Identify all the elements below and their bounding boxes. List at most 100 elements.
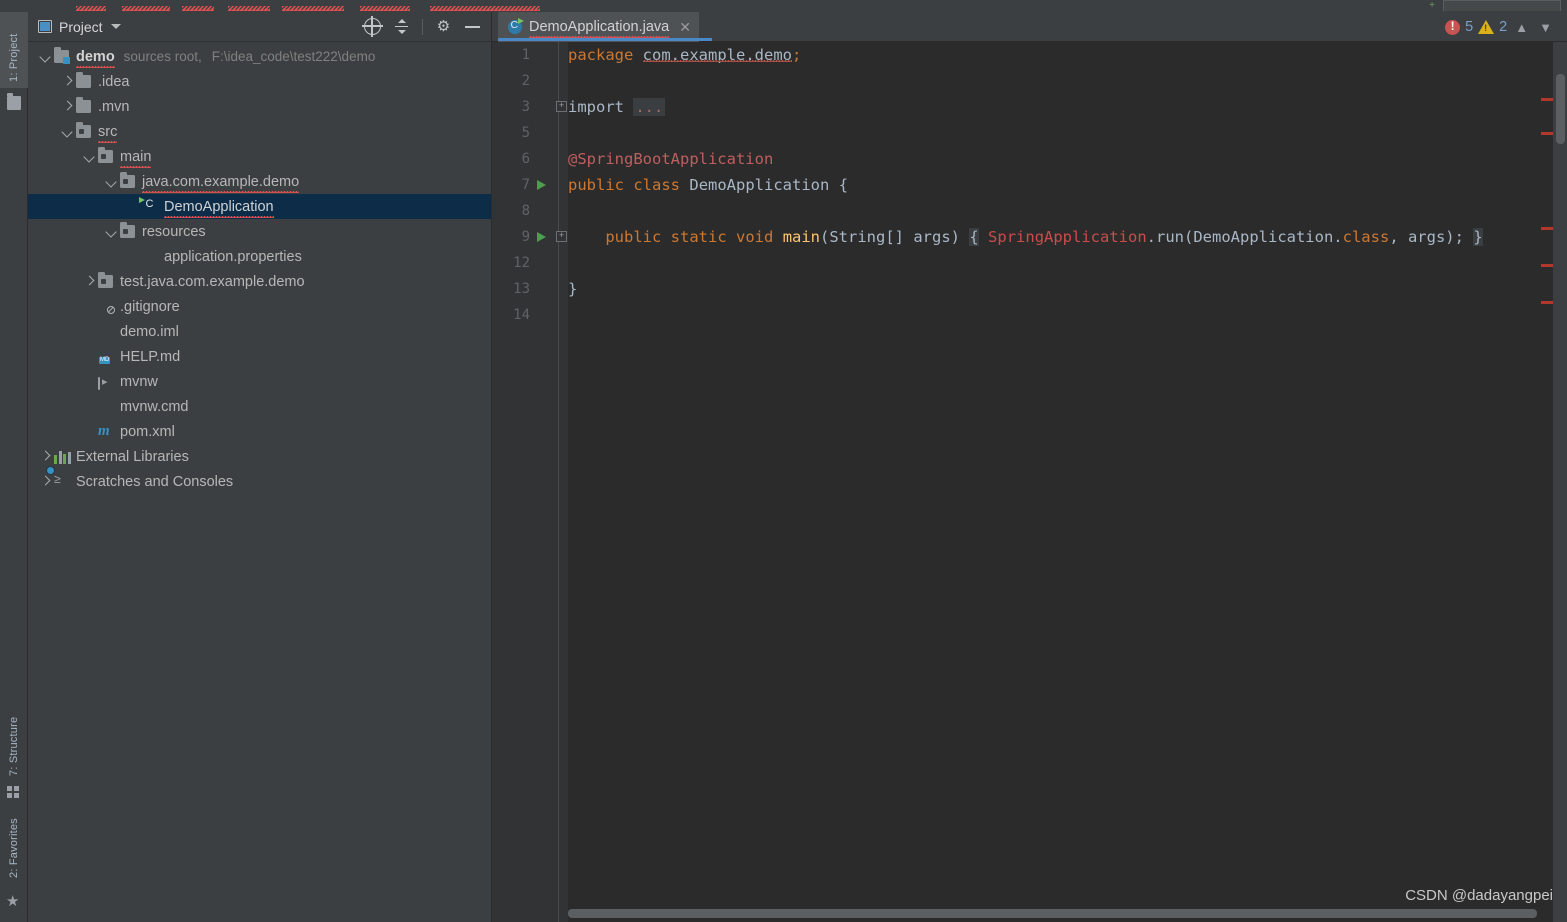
tree-item-main[interactable]: main bbox=[28, 144, 491, 169]
cmd-file-icon bbox=[98, 399, 115, 414]
scratches-icon bbox=[54, 474, 71, 489]
breadcrumb-squiggle bbox=[76, 4, 106, 11]
tree-item-mvn[interactable]: .mvn bbox=[28, 94, 491, 119]
error-marker[interactable] bbox=[1541, 264, 1553, 267]
line-number[interactable]: 2 bbox=[492, 68, 530, 94]
line-number[interactable]: 7 bbox=[492, 172, 530, 198]
tree-item-idea[interactable]: .idea bbox=[28, 69, 491, 94]
tool-tab-label: 1: Project bbox=[8, 33, 20, 82]
sidebar-item-structure[interactable]: 7: Structure bbox=[0, 690, 28, 782]
tree-item-demo[interactable]: demo sources root, F:\idea_code\test222\de… bbox=[28, 44, 491, 69]
code-text: public class DemoApplication { bbox=[568, 176, 849, 194]
code-line: 3 import ... bbox=[492, 94, 1567, 120]
sidebar-item-project[interactable]: 1: Project bbox=[0, 12, 28, 88]
tree-item-external-libraries[interactable]: External Libraries bbox=[28, 444, 491, 469]
tree-item-label: Scratches and Consoles bbox=[76, 473, 234, 490]
chevron-down-icon[interactable]: ▼ bbox=[1536, 20, 1555, 35]
error-marker[interactable] bbox=[1541, 98, 1553, 101]
error-marker[interactable] bbox=[1541, 301, 1553, 304]
line-number[interactable]: 9 bbox=[492, 224, 530, 250]
code-line: 12 bbox=[492, 250, 1567, 276]
tree-item-label: pom.xml bbox=[120, 423, 175, 440]
chevron-right-icon[interactable] bbox=[38, 475, 52, 489]
tree-item-application-properties[interactable]: application.properties bbox=[28, 244, 491, 269]
chevron-up-icon[interactable]: ▲ bbox=[1512, 20, 1531, 35]
spring-class-icon bbox=[508, 18, 524, 34]
inspection-widget[interactable]: 5 2 ▲ ▼ bbox=[1445, 12, 1567, 42]
minimize-icon[interactable] bbox=[464, 18, 481, 35]
run-gutter-icon[interactable] bbox=[537, 232, 546, 242]
chevron-right-icon[interactable] bbox=[60, 75, 74, 89]
tree-item-demo-iml[interactable]: demo.iml bbox=[28, 319, 491, 344]
error-stripe-rail[interactable] bbox=[1541, 42, 1567, 922]
breadcrumb-squiggle bbox=[360, 4, 410, 11]
chevron-right-icon[interactable] bbox=[82, 275, 96, 289]
chevron-down-icon[interactable] bbox=[104, 225, 118, 239]
line-number[interactable]: 3 bbox=[492, 94, 530, 120]
chevron-right-icon[interactable] bbox=[60, 100, 74, 114]
left-tool-strip: 1: Project 7: Structure 2: Favorites ★ bbox=[0, 12, 28, 922]
tree-item-help-md[interactable]: MD HELP.md bbox=[28, 344, 491, 369]
line-number[interactable]: 13 bbox=[492, 276, 530, 302]
breadcrumb-squiggle bbox=[182, 4, 214, 11]
tree-item-label: java.com.example.demo bbox=[142, 173, 300, 193]
line-number[interactable]: 5 bbox=[492, 120, 530, 146]
horizontal-scrollbar[interactable] bbox=[568, 909, 1537, 918]
tree-item-test-java-com-example-demo[interactable]: test.java.com.example.demo bbox=[28, 269, 491, 294]
active-tab-indicator bbox=[498, 38, 712, 41]
fold-toggle-icon[interactable] bbox=[556, 231, 567, 242]
chevron-right-icon[interactable] bbox=[38, 450, 52, 464]
run-gutter-icon[interactable] bbox=[537, 180, 546, 190]
tree-item-mvnw[interactable]: mvnw bbox=[28, 369, 491, 394]
error-marker[interactable] bbox=[1541, 227, 1553, 230]
tool-tab-label: 7: Structure bbox=[8, 716, 20, 776]
project-panel-toolbar: ⚙ bbox=[362, 16, 485, 37]
tree-item-pom-xml[interactable]: m pom.xml bbox=[28, 419, 491, 444]
tree-item-src[interactable]: src bbox=[28, 119, 491, 144]
breadcrumb-squiggle bbox=[122, 4, 170, 11]
tree-item-label: HELP.md bbox=[120, 348, 181, 365]
tree-item-scratches-and-consoles[interactable]: Scratches and Consoles bbox=[28, 469, 491, 494]
sidebar-item-favorites[interactable]: 2: Favorites bbox=[0, 792, 28, 884]
project-tree[interactable]: demo sources root, F:\idea_code\test222\de… bbox=[28, 42, 491, 922]
tree-item-resources[interactable]: resources bbox=[28, 219, 491, 244]
error-marker[interactable] bbox=[1541, 132, 1553, 135]
chevron-down-icon[interactable] bbox=[38, 50, 52, 64]
line-number[interactable]: 1 bbox=[492, 42, 530, 68]
code-line: 6 @SpringBootApplication bbox=[492, 146, 1567, 172]
chevron-down-icon[interactable] bbox=[60, 125, 74, 139]
module-folder-icon bbox=[54, 47, 71, 64]
gear-icon[interactable]: ⚙ bbox=[435, 18, 452, 35]
tree-item-demoapplication[interactable]: DemoApplication bbox=[28, 194, 491, 219]
chevron-down-icon[interactable] bbox=[110, 24, 121, 29]
markdown-file-icon: MD bbox=[99, 357, 111, 364]
watermark: CSDN @dadayangpei bbox=[1405, 887, 1553, 904]
error-count: 5 bbox=[1465, 19, 1474, 35]
line-number[interactable]: 6 bbox=[492, 146, 530, 172]
add-config-icon[interactable]: + bbox=[1429, 0, 1435, 11]
tree-item-gitignore[interactable]: .gitignore bbox=[28, 294, 491, 319]
close-icon[interactable]: ✕ bbox=[679, 20, 691, 34]
shell-script-icon bbox=[98, 374, 115, 390]
code-editor[interactable]: 1 package com.example.demo; 23 import ... 56… bbox=[492, 42, 1567, 922]
collapse-all-icon[interactable] bbox=[393, 18, 410, 35]
gitignore-file-icon bbox=[98, 299, 115, 314]
code-lines: 1 package com.example.demo; 23 import ... 56… bbox=[492, 42, 1567, 922]
line-number[interactable]: 12 bbox=[492, 250, 530, 276]
line-number[interactable]: 8 bbox=[492, 198, 530, 224]
tree-item-java-com-example-demo[interactable]: java.com.example.demo bbox=[28, 169, 491, 194]
code-text: public static void main(String[] args) {… bbox=[605, 228, 1483, 246]
source-folder-icon bbox=[98, 272, 115, 289]
line-number[interactable]: 14 bbox=[492, 302, 530, 328]
fold-toggle-icon[interactable] bbox=[556, 101, 567, 112]
chevron-down-icon[interactable] bbox=[82, 150, 96, 164]
vertical-scrollbar[interactable] bbox=[1556, 74, 1565, 144]
run-config-box[interactable] bbox=[1443, 0, 1561, 11]
chevron-down-icon[interactable] bbox=[104, 175, 118, 189]
tree-item-mvnw-cmd[interactable]: mvnw.cmd bbox=[28, 394, 491, 419]
locate-icon[interactable] bbox=[362, 16, 383, 37]
